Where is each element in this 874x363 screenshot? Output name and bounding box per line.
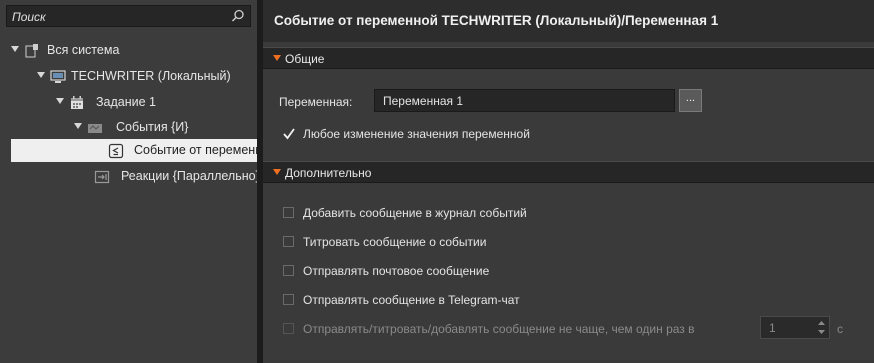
telegram-checkbox[interactable]: [283, 294, 294, 305]
email-label: Отправлять почтовое сообщение: [303, 264, 490, 278]
tree-item-label: Реакции {Параллельно}: [121, 169, 257, 183]
calendar-icon: [71, 96, 83, 109]
throttle-spinner[interactable]: 1: [760, 316, 830, 339]
throttle-checkbox[interactable]: [283, 323, 294, 334]
search-field[interactable]: Поиск: [6, 5, 251, 27]
journal-label: Добавить сообщение в журнал событий: [303, 206, 527, 220]
tree-item-task[interactable]: Задание 1: [0, 92, 257, 114]
properties-panel: Событие от переменной TECHWRITER (Локаль…: [263, 0, 874, 363]
tree-item-label: Вся система: [47, 43, 120, 57]
search-icon[interactable]: [230, 8, 246, 24]
tree-item-reactions[interactable]: Реакции {Параллельно}: [0, 166, 257, 188]
computer-icon: [50, 70, 66, 83]
section-title: Общие: [285, 52, 325, 66]
tree-item-label: События {И}: [116, 120, 189, 134]
variable-field[interactable]: Переменная 1: [374, 89, 675, 112]
tree-item-label: Задание 1: [96, 95, 157, 109]
navigation-panel: Поиск Вся система TECHWRITER (Локальный): [0, 0, 257, 363]
variable-value: Переменная 1: [383, 94, 464, 108]
variable-event-icon: [108, 143, 124, 159]
search-placeholder: Поиск: [12, 10, 46, 24]
throttle-label: Отправлять/титровать/добавлять сообщение…: [303, 322, 695, 336]
tree-item-all-system[interactable]: Вся система: [0, 40, 257, 62]
spinner-arrows-icon[interactable]: [817, 319, 826, 336]
events-icon: [88, 124, 102, 133]
page-title: Событие от переменной TECHWRITER (Локаль…: [274, 13, 719, 28]
titles-label: Титровать сообщение о событии: [303, 235, 487, 249]
tree-item-label: Событие от переменной: [134, 143, 257, 157]
expand-arrow-icon[interactable]: [11, 46, 19, 52]
collapse-triangle-icon[interactable]: [273, 169, 281, 175]
browse-variable-button[interactable]: ...: [679, 89, 702, 112]
tree-item-events[interactable]: События {И}: [0, 117, 257, 139]
any-change-label: Любое изменение значения переменной: [303, 127, 530, 141]
variable-label: Переменная:: [279, 95, 353, 109]
throttle-value: 1: [769, 321, 776, 335]
collapse-triangle-icon[interactable]: [273, 55, 281, 61]
properties-title-bar: Событие от переменной TECHWRITER (Локаль…: [263, 0, 874, 42]
email-checkbox[interactable]: [283, 265, 294, 276]
throttle-unit: с: [837, 322, 843, 336]
section-header-advanced[interactable]: Дополнительно: [263, 161, 874, 183]
journal-checkbox[interactable]: [283, 207, 294, 218]
any-change-checkbox[interactable]: [282, 127, 296, 141]
reactions-icon: [94, 170, 110, 184]
expand-arrow-icon[interactable]: [37, 72, 45, 78]
telegram-label: Отправлять сообщение в Telegram-чат: [303, 293, 520, 307]
tree-item-variable-event[interactable]: Событие от переменной: [11, 139, 257, 162]
expand-arrow-icon[interactable]: [74, 123, 82, 129]
expand-arrow-icon[interactable]: [56, 98, 64, 104]
section-title: Дополнительно: [285, 166, 372, 180]
tree-item-label: TECHWRITER (Локальный): [71, 69, 231, 83]
section-header-general[interactable]: Общие: [263, 47, 874, 69]
titles-checkbox[interactable]: [283, 236, 294, 247]
tree-item-computer[interactable]: TECHWRITER (Локальный): [0, 66, 257, 88]
system-icon: [25, 44, 38, 58]
